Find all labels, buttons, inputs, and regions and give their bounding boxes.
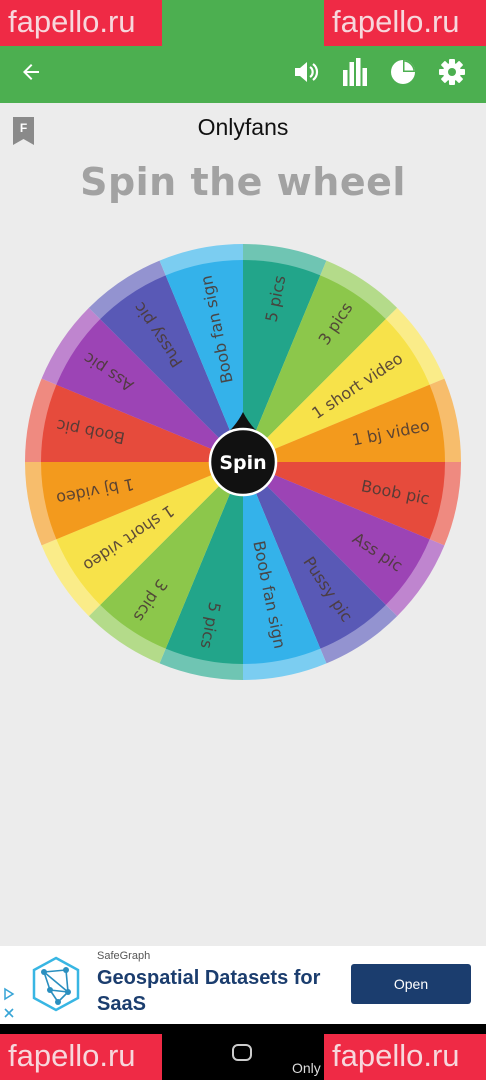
- volume-icon: [295, 62, 319, 82]
- ad-advertiser: SafeGraph: [97, 950, 151, 962]
- ad-close-icon[interactable]: [3, 1004, 15, 1018]
- ad-logo-icon: [32, 956, 80, 1012]
- page-title: Onlyfans: [197, 114, 289, 140]
- gear-icon: [439, 59, 465, 85]
- watermark-top-right: fapello.ru: [324, 0, 486, 46]
- ad-choices-icon[interactable]: [2, 986, 16, 1001]
- home-button[interactable]: [232, 1044, 252, 1061]
- spin-label: Spin: [219, 452, 266, 474]
- spin-wheel[interactable]: 5 pics 3 pics 1 short video 1 bj video Boob …: [25, 244, 461, 680]
- ad-headline[interactable]: Geospatial Datasets for SaaS: [97, 965, 347, 1017]
- settings-button[interactable]: [435, 55, 469, 89]
- watermark-bottom-left: fapello.ru: [0, 1034, 162, 1080]
- pie-button[interactable]: [386, 55, 420, 89]
- stats-button[interactable]: [338, 55, 372, 89]
- watermark-bottom-right: fapello.ru: [324, 1034, 486, 1080]
- arrow-left-icon: [23, 64, 39, 80]
- wheel-headline: Spin the wheel: [80, 160, 406, 204]
- ad-open-button[interactable]: Open: [351, 964, 471, 1004]
- sound-button[interactable]: [290, 55, 324, 89]
- nav-caption: Only: [292, 1060, 321, 1076]
- watermark-top-left: fapello.ru: [0, 0, 162, 46]
- ad-banner[interactable]: SafeGraph Geospatial Datasets for SaaS O…: [0, 946, 486, 1024]
- back-button[interactable]: [14, 55, 48, 89]
- bar-chart-icon: [343, 58, 367, 86]
- pie-chart-icon: [391, 60, 415, 84]
